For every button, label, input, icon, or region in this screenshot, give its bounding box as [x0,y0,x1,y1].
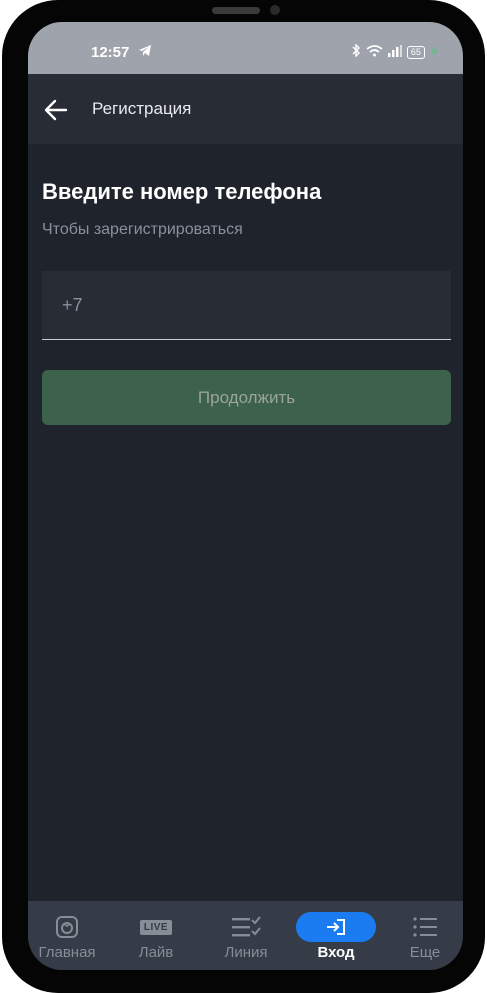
login-pill [296,912,376,942]
nav-label-home: Главная [38,944,96,961]
signal-icon [387,44,402,60]
live-icon: LIVE [139,912,173,942]
home-ball-icon [55,912,79,942]
nav-item-line[interactable]: Линия [206,901,286,970]
front-camera [270,5,280,15]
list-check-icon [230,912,262,942]
screen: 12:57 65 ⚡ Регистрация Введите номер тел… [28,22,463,970]
page-title: Регистрация [92,99,192,118]
status-bar: 12:57 65 ⚡ [28,22,463,74]
nav-item-home[interactable]: Главная [28,901,106,970]
arrow-left-icon[interactable] [42,96,70,124]
phone-input[interactable] [90,289,434,323]
phone-field[interactable]: +7 [42,271,451,340]
wifi-icon [366,44,383,60]
login-icon [296,912,376,942]
menu-icon [412,912,438,942]
nav-item-more[interactable]: Еще [386,901,463,970]
continue-button[interactable]: Продолжить [42,370,451,425]
live-badge: LIVE [139,919,173,935]
app-bar: Регистрация [28,74,463,144]
nav-item-live[interactable]: LIVE Лайв [116,901,196,970]
bluetooth-icon [351,43,361,60]
bottom-nav: Главная LIVE Лайв Линия Вход Еще [28,901,463,970]
phone-prefix: +7 [62,295,83,315]
form-heading: Введите номер телефона [42,179,322,204]
charging-icon: ⚡ [429,44,439,59]
nav-item-login[interactable]: Вход [296,901,376,970]
phone-frame: 12:57 65 ⚡ Регистрация Введите номер тел… [2,0,485,993]
status-icons: 65 ⚡ [351,43,439,60]
speaker-grille [212,7,260,14]
nav-label-live: Лайв [138,944,174,961]
battery-icon: 65 [406,45,425,59]
nav-label-line: Линия [224,944,268,961]
form-subtitle: Чтобы зарегистрироваться [42,221,243,238]
status-time: 12:57 [91,44,130,61]
nav-label-login: Вход [317,944,355,961]
nav-label-more: Еще [409,944,441,961]
telegram-icon [138,44,152,62]
